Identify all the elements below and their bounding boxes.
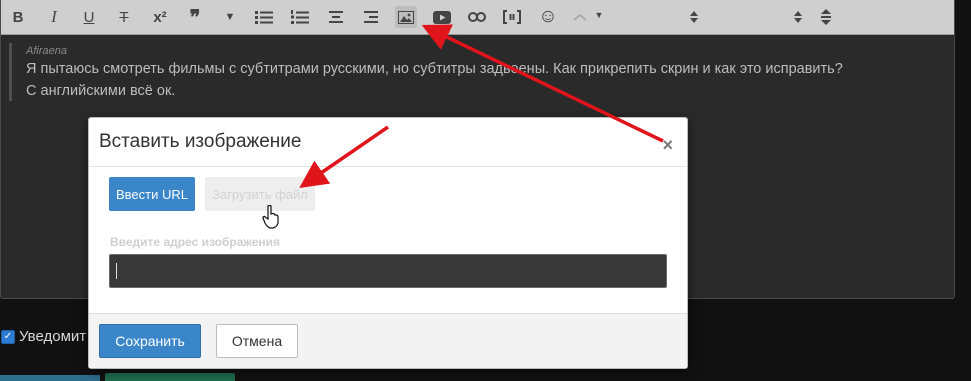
chevron-up-icon[interactable] <box>573 6 587 28</box>
underline-icon[interactable]: U <box>78 6 100 28</box>
italic-icon[interactable]: I <box>43 6 65 28</box>
cancel-button[interactable]: Отмена <box>216 324 298 358</box>
superscript-icon[interactable]: x² <box>149 6 171 28</box>
close-icon[interactable]: × <box>662 136 673 154</box>
notify-label: Уведомит <box>19 328 87 345</box>
quote-icon[interactable]: ❞ <box>184 6 206 29</box>
dialog-title: Вставить изображение <box>99 131 302 152</box>
bullet-list-icon[interactable] <box>253 6 275 28</box>
font-select-arrows-icon[interactable] <box>687 6 701 28</box>
tab-enter-url[interactable]: Ввести URL <box>109 177 195 211</box>
align-center-icon[interactable] <box>325 6 347 28</box>
url-field-label: Введите адрес изображения <box>110 235 281 249</box>
caret-down-icon[interactable]: ▼ <box>593 4 605 26</box>
code-icon[interactable] <box>501 6 523 28</box>
message-line-2: С английскими всё ок. <box>26 83 176 99</box>
image-url-input[interactable] <box>109 254 667 288</box>
insert-video-icon[interactable] <box>431 6 453 28</box>
insert-link-icon[interactable] <box>466 6 488 28</box>
dialog-footer: Сохранить Отмена <box>89 313 687 368</box>
text-caret <box>116 263 117 279</box>
align-right-icon[interactable] <box>360 6 382 28</box>
insert-image-icon[interactable] <box>395 6 417 28</box>
more-dropdown-icon[interactable]: ▼ <box>219 6 241 28</box>
bold-icon[interactable]: B <box>7 6 29 28</box>
size-select-arrows-icon[interactable] <box>791 6 805 28</box>
hidden-button-edge[interactable] <box>0 375 100 381</box>
save-button[interactable]: Сохранить <box>99 324 201 358</box>
numbered-list-icon[interactable] <box>289 6 311 28</box>
hand-cursor-icon <box>262 205 279 229</box>
message-content[interactable]: Afiraena Я пытаюсь смотреть фильмы с суб… <box>9 43 956 101</box>
message-line-1: Я пытаюсь смотреть фильмы с субтитрами р… <box>26 61 843 77</box>
quote-author: Afiraena <box>26 45 67 57</box>
checkbox-checked-icon[interactable]: ✓ <box>1 329 15 344</box>
insert-image-dialog: Вставить изображение × Ввести URL Загруз… <box>88 117 688 369</box>
emoji-icon[interactable]: ☺ <box>537 6 559 28</box>
toggle-height-icon[interactable] <box>815 6 837 28</box>
notify-checkbox-row[interactable]: ✓ Уведомит <box>0 328 86 345</box>
hidden-submit-button-edge[interactable] <box>105 373 235 381</box>
strikethrough-icon[interactable]: T <box>113 6 135 28</box>
dialog-header: Вставить изображение × <box>89 118 687 167</box>
editor-toolbar: B I U T x² ❞ ▼ ☺ ▼ <box>1 0 954 35</box>
tab-upload-file[interactable]: Загрузить файл <box>205 177 315 211</box>
